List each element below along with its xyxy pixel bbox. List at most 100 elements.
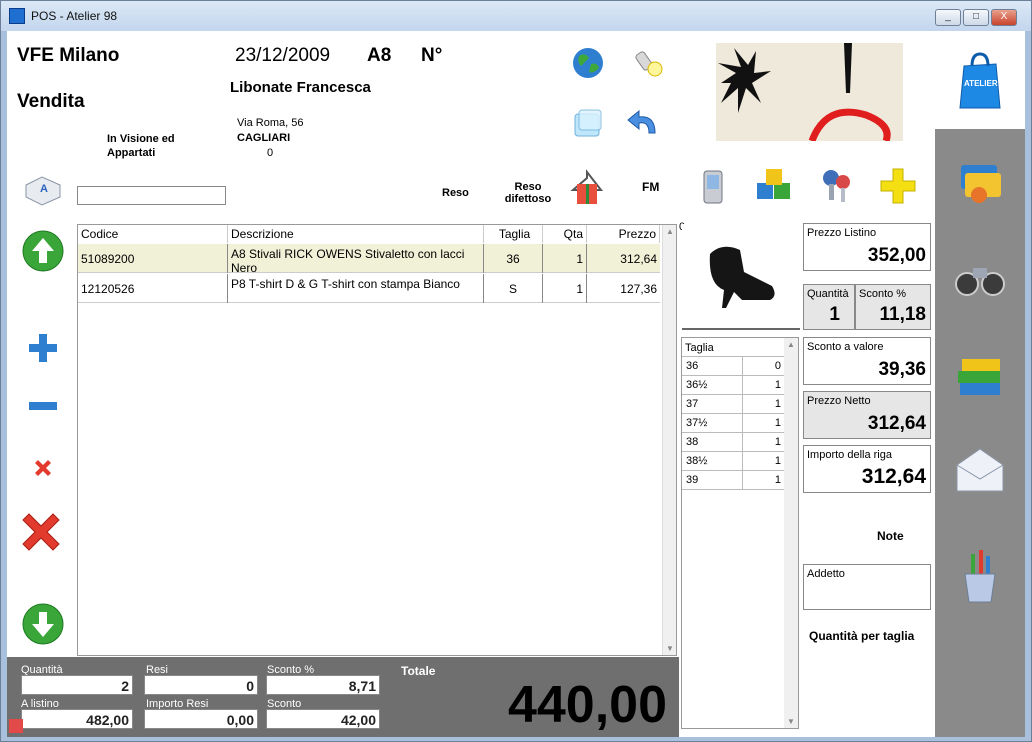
size-row[interactable]: 36½ 1	[682, 376, 784, 395]
logo-text: ATELIER	[964, 79, 998, 88]
mobile-phone-icon[interactable]	[695, 167, 731, 207]
ice-cube-icon[interactable]	[570, 105, 606, 141]
minimize-button[interactable]: _	[935, 9, 961, 26]
prezzo-listino-value: 352,00	[867, 245, 926, 266]
addetto-box[interactable]: Addetto	[803, 564, 931, 610]
size-row[interactable]: 36 0	[682, 357, 784, 376]
cell-taglia: 36	[484, 244, 543, 273]
note-label[interactable]: Note	[877, 529, 904, 543]
books-icon	[958, 359, 1000, 395]
sconto-valore-label: Sconto a valore	[807, 341, 884, 353]
size-qty: 1	[774, 417, 781, 429]
globe-icon[interactable]	[570, 45, 606, 81]
cell-prezzo: 127,36	[620, 282, 657, 296]
flashlight-icon[interactable]	[632, 45, 668, 81]
add-row-icon[interactable]	[25, 331, 61, 365]
footer-totale-label: Totale	[401, 664, 436, 678]
status-indicator	[9, 719, 23, 733]
tab-tools[interactable]	[935, 533, 1025, 619]
pencil-cup-icon	[964, 550, 996, 603]
clothes-hanger-icon[interactable]	[567, 167, 607, 207]
maximize-button[interactable]: □	[963, 9, 989, 26]
shopping-bag-icon: ATELIER	[959, 52, 1001, 109]
col-qta[interactable]: Qta	[543, 225, 587, 243]
quantita-value: 1	[829, 304, 840, 325]
tab-shop[interactable]: ATELIER	[935, 31, 1025, 129]
footer-sconto-value: 42,00	[340, 712, 376, 728]
undo-icon[interactable]	[624, 105, 662, 141]
sizes-scrollbar[interactable]: ▲ ▼	[784, 338, 798, 728]
footer-listino-box: 482,00	[21, 709, 133, 729]
footer-quantita-box: 2	[21, 675, 133, 695]
binoculars-icon	[955, 268, 1005, 296]
blocks-icon[interactable]	[754, 165, 794, 205]
tab-mail[interactable]	[935, 427, 1025, 513]
size-row[interactable]: 37 1	[682, 395, 784, 414]
title-bar: POS - Atelier 98 _ □ X	[1, 1, 1031, 31]
tab-catalog[interactable]	[935, 331, 1025, 417]
remove-row-icon[interactable]	[25, 393, 61, 419]
addetto-label: Addetto	[807, 568, 845, 580]
table-scrollbar[interactable]: ▲ ▼	[662, 225, 676, 655]
up-arrow-icon[interactable]	[20, 229, 66, 273]
size-label: 36	[686, 360, 699, 372]
customer-address: Via Roma, 56	[237, 117, 304, 129]
size-label: 39	[686, 474, 699, 486]
footer-sconto-pct-box: 8,71	[266, 675, 380, 695]
search-input[interactable]	[77, 186, 226, 205]
store-name: VFE Milano	[17, 45, 120, 66]
credit-cards-icon	[961, 165, 1001, 203]
size-qty: 1	[774, 474, 781, 486]
footer-listino-value: 482,00	[86, 712, 129, 728]
svg-text:A: A	[40, 183, 48, 195]
fm-button[interactable]: FM	[642, 180, 659, 194]
importo-riga-box: Importo della riga 312,64	[803, 445, 931, 493]
size-row[interactable]: 38 1	[682, 433, 784, 452]
window-title: POS - Atelier 98	[31, 9, 118, 23]
table-row[interactable]: 51089200 A8 Stivali RICK OWENS Stivalett…	[78, 244, 660, 275]
tab-payments[interactable]	[935, 141, 1025, 227]
sconto-pct-box[interactable]: Sconto % 11,18	[855, 284, 931, 330]
keyboard-key-icon[interactable]: A	[19, 171, 65, 211]
tab-search[interactable]	[935, 235, 1025, 321]
footer-importo-resi-value: 0,00	[226, 712, 254, 728]
reso-difettoso-button[interactable]: Reso difettoso	[500, 181, 556, 205]
prezzo-listino-box: Prezzo Listino 352,00	[803, 223, 931, 271]
cell-codice: 12120526	[78, 274, 228, 303]
size-qty: 1	[774, 436, 781, 448]
size-row[interactable]: 38½ 1	[682, 452, 784, 471]
sconto-pct-value: 11,18	[879, 304, 927, 325]
col-codice[interactable]: Codice	[78, 225, 228, 243]
qty-per-size-label: Quantità per taglia	[809, 629, 915, 643]
size-label: 38	[686, 436, 699, 448]
sconto-valore-box[interactable]: Sconto a valore 39,36	[803, 337, 931, 385]
col-descrizione[interactable]: Descrizione	[228, 225, 484, 243]
document-code: A8	[367, 45, 392, 66]
keys-icon[interactable]	[816, 165, 856, 205]
customer-photo	[716, 43, 903, 141]
vision-count: 0	[267, 147, 274, 159]
product-image	[682, 224, 800, 330]
prezzo-netto-box[interactable]: Prezzo Netto 312,64	[803, 391, 931, 439]
cell-descrizione: A8 Stivali RICK OWENS Stivaletto con lac…	[228, 244, 484, 275]
quantita-box[interactable]: Quantità 1	[803, 284, 855, 330]
col-prezzo[interactable]: Prezzo netto	[587, 225, 660, 259]
delete-large-icon[interactable]	[18, 509, 64, 555]
customer-city: CAGLIARI	[237, 132, 291, 144]
col-taglia[interactable]: Taglia	[484, 225, 543, 243]
footer-resi-box: 0	[144, 675, 258, 695]
close-button[interactable]: X	[991, 9, 1017, 26]
importo-riga-label: Importo della riga	[807, 449, 892, 461]
customer-name[interactable]: Libonate Francesca	[230, 79, 371, 96]
sconto-valore-value: 39,36	[878, 359, 926, 380]
size-row[interactable]: 39 1	[682, 471, 784, 490]
size-label: 37½	[686, 417, 708, 429]
add-plus-icon[interactable]	[877, 165, 919, 207]
size-label: 37	[686, 398, 699, 410]
reso-button[interactable]: Reso	[442, 187, 469, 199]
delete-small-icon[interactable]	[29, 455, 57, 481]
down-arrow-icon[interactable]	[20, 602, 66, 646]
table-row[interactable]: 12120526 P8 T-shirt D & G T-shirt con st…	[78, 274, 660, 303]
cell-prezzo: 312,64	[620, 252, 657, 266]
size-row[interactable]: 37½ 1	[682, 414, 784, 433]
